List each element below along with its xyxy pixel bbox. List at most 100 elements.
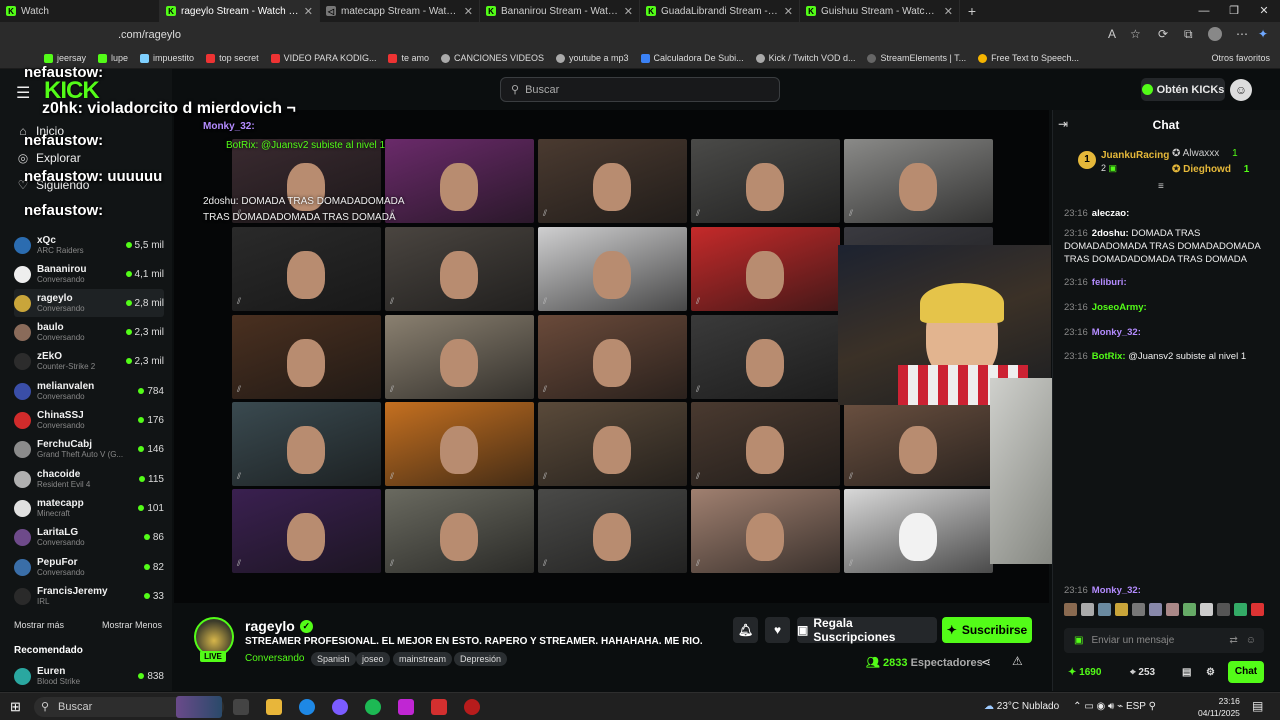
browser-tab-active[interactable]: Krageylo Stream - Watch Live ✕ <box>160 0 320 22</box>
tag-chip[interactable]: Depresión <box>454 652 508 666</box>
task-view-icon[interactable] <box>233 699 249 715</box>
browser-tab[interactable]: K Guishuu Stream - Watch Live ✕ <box>800 0 960 22</box>
chat-message[interactable]: 23:16 aleczao: <box>1064 207 1264 220</box>
minimize-button[interactable]: — <box>1188 0 1220 22</box>
kicks-balance[interactable]: ⌖ 253 <box>1130 667 1155 678</box>
bookmark[interactable]: Calculadora De Subi... <box>640 53 744 63</box>
chat-message[interactable]: 23:16 Monky_32: <box>1064 326 1264 339</box>
show-more-button[interactable]: Mostrar más <box>14 620 64 630</box>
emote-icon[interactable] <box>1064 603 1077 616</box>
emote-icon[interactable] <box>1132 603 1145 616</box>
chat-message[interactable]: 23:16 JoseoArmy: <box>1064 301 1264 314</box>
bookmark[interactable]: Kick / Twitch VOD d... <box>755 53 855 63</box>
tag-chip[interactable]: joseo <box>356 652 390 666</box>
app-icon[interactable] <box>464 699 480 715</box>
gifter-2[interactable]: ✪ Alwaxxx 1 <box>1172 148 1238 159</box>
edge-browser-icon[interactable] <box>299 699 315 715</box>
menu-dots-icon[interactable]: ⋯ <box>1236 27 1248 41</box>
chat-message[interactable]: 23:16 2doshu: DOMADA TRAS DOMADADOMADA TR… <box>1064 227 1264 266</box>
bookmark[interactable]: lupe <box>98 53 128 63</box>
profile-avatar[interactable] <box>1208 27 1222 41</box>
sidebar-channel-francisjeremy[interactable]: FrancisJeremy IRL 33 <box>14 582 164 610</box>
copilot-icon[interactable]: ✦ <box>1258 27 1268 41</box>
close-tab-icon[interactable]: ✕ <box>784 5 793 18</box>
sidebar-channel-xqc[interactable]: xQc ARC Raiders 5,5 mil <box>14 231 164 259</box>
app-icon[interactable] <box>398 699 414 715</box>
site-search-input[interactable]: ⚲ Buscar <box>500 77 780 102</box>
url-field[interactable]: .com/rageylo <box>118 29 181 41</box>
recommended-channel[interactable]: Euren Blood Strike 838 <box>14 662 164 690</box>
read-aloud-icon[interactable]: A <box>1108 27 1116 41</box>
window-close-button[interactable]: ✕ <box>1248 0 1280 22</box>
news-widget-icon[interactable] <box>176 696 222 718</box>
sidebar-channel-chinassj[interactable]: ChinaSSJ Conversando 176 <box>14 406 164 434</box>
close-tab-icon[interactable]: ✕ <box>304 5 313 18</box>
browser-tab[interactable]: K Watch <box>0 0 160 22</box>
notification-icon[interactable]: ▤ <box>1252 699 1263 713</box>
sidebar-channel-ferchucabj[interactable]: FerchuCabj Grand Theft Auto V (G... 146 <box>14 435 164 463</box>
chat-message[interactable]: 23:16 Monky_32: <box>1064 584 1264 597</box>
emote-icon[interactable] <box>1251 603 1264 616</box>
settings-gear-icon[interactable]: ⚙ <box>1206 667 1215 678</box>
get-kicks-button[interactable]: Obtén KICKs <box>1141 78 1225 101</box>
show-less-button[interactable]: Mostrar Menos <box>102 620 162 630</box>
emote-icon[interactable] <box>1200 603 1213 616</box>
messenger-icon[interactable] <box>332 699 348 715</box>
sidebar-channel-chacoide[interactable]: chacoide Resident Evil 4 115 <box>14 465 164 493</box>
tag-chip[interactable]: Spanish <box>311 652 356 666</box>
clock[interactable]: 23:16 04/11/2025 <box>1198 695 1240 719</box>
bookmark[interactable]: impuestito <box>140 53 194 63</box>
emoji-icon[interactable]: ☺ <box>1246 635 1256 646</box>
bookmark[interactable]: Free Text to Speech... <box>978 53 1079 63</box>
windows-start-icon[interactable]: ⊞ <box>10 699 21 715</box>
emote-icon[interactable] <box>1149 603 1162 616</box>
sidebar-channel-zeko[interactable]: zEkO Counter-Strike 2 2,3 mil <box>14 347 164 375</box>
pinned-toggle-icon[interactable]: ≡ <box>1158 181 1164 192</box>
emote-icon[interactable] <box>1217 603 1230 616</box>
app-icon[interactable] <box>431 699 447 715</box>
sidebar-channel-bananirou[interactable]: Bananirou Conversando 4,1 mil <box>14 260 164 288</box>
file-explorer-icon[interactable] <box>266 699 282 715</box>
sidebar-channel-laritalg[interactable]: LaritaLG Conversando 86 <box>14 523 164 551</box>
nav-explore[interactable]: ◎ Explorar <box>16 151 81 165</box>
browser-tab[interactable]: KBananirou Stream - Watch Live o✕ <box>480 0 640 22</box>
bookmark[interactable]: CANCIONES VIDEOS <box>440 53 544 63</box>
subscribe-button[interactable]: ✦ Suscribirse <box>942 617 1032 643</box>
sidebar-channel-melianvalen[interactable]: melianvalen Conversando 784 <box>14 377 164 405</box>
stream-category[interactable]: Conversando <box>245 653 304 664</box>
notifications-button[interactable]: 🔔︎ <box>733 617 758 643</box>
maximize-button[interactable]: ❐ <box>1218 0 1250 22</box>
top-gifter-name[interactable]: JuankuRacing <box>1101 150 1169 161</box>
report-icon[interactable]: ⚠ <box>1012 654 1023 668</box>
follow-button[interactable]: ♥ <box>765 617 790 643</box>
sidebar-channel-rageylo[interactable]: rageylo Conversando 2,8 mil <box>14 289 164 317</box>
bookmark[interactable]: top secret <box>206 53 259 63</box>
channel-name[interactable]: rageylo ✓ <box>245 618 313 634</box>
emote-icon[interactable] <box>1115 603 1128 616</box>
browser-tab[interactable]: K GuadaLibrandi Stream - Wat ✕ <box>640 0 800 22</box>
sidebar-channel-baulo[interactable]: baulo Conversando 2,3 mil <box>14 318 164 346</box>
other-bookmarks[interactable]: Otros favoritos <box>1211 53 1270 63</box>
emote-icon[interactable] <box>1166 603 1179 616</box>
emote-icon[interactable] <box>1081 603 1094 616</box>
bookmark[interactable]: StreamElements | T... <box>867 53 966 63</box>
bookmark[interactable]: te amo <box>388 53 429 63</box>
bookmark[interactable]: VIDEO PARA KODIG... <box>270 53 376 63</box>
close-tab-icon[interactable]: ✕ <box>624 5 633 18</box>
bookmark[interactable]: youtube a mp3 <box>556 53 629 63</box>
chat-message[interactable]: 23:16 BotRix: @Juansv2 subiste al nivel 1 <box>1064 350 1264 363</box>
tag-chip[interactable]: mainstream <box>393 652 453 666</box>
new-tab-button[interactable]: + <box>960 3 984 19</box>
sidebar-channel-pepufor[interactable]: PepuFor Conversando 82 <box>14 553 164 581</box>
chat-message[interactable]: 23:16 feliburi: <box>1064 276 1264 289</box>
chat-input[interactable]: ▣ Enviar un mensaje ⇄ ☺ <box>1064 628 1264 653</box>
user-avatar[interactable]: ☺ <box>1230 79 1252 101</box>
points-balance[interactable]: ✦ 1690 <box>1068 667 1101 678</box>
favorite-star-icon[interactable]: ☆ <box>1130 27 1141 41</box>
hamburger-menu-icon[interactable]: ☰ <box>16 83 30 103</box>
close-tab-icon[interactable]: ✕ <box>944 5 953 18</box>
store-icon[interactable]: ▤ <box>1182 667 1191 678</box>
extensions-icon[interactable]: ⟳ <box>1158 27 1168 41</box>
emote-icon[interactable] <box>1234 603 1247 616</box>
collections-icon[interactable]: ⧉ <box>1184 27 1193 42</box>
